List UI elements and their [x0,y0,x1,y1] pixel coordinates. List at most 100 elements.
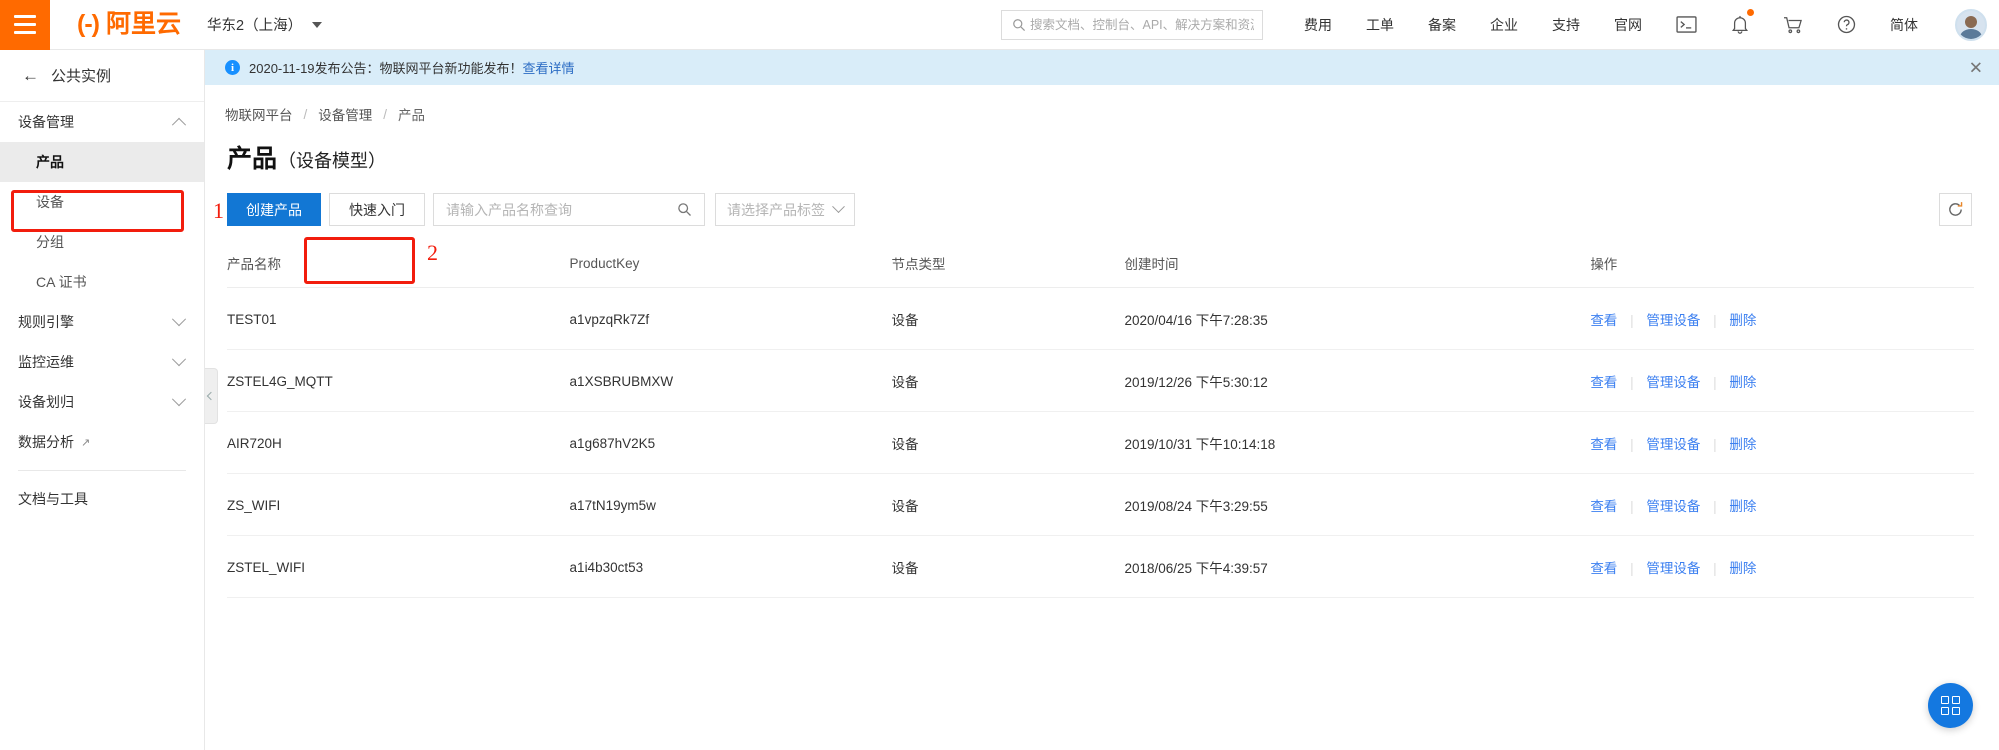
view-link[interactable]: 查看 [1590,561,1617,576]
bell-icon[interactable] [1714,9,1766,34]
cell-operations: 查看 | 管理设备 | 删除 [1590,411,1974,474]
manage-device-link[interactable]: 管理设备 [1646,437,1700,452]
top-header: (-) 阿里云 华东2（上海） 费用 工单 备案 企业 支持 官网 [0,0,1999,50]
grid-icon-fab[interactable] [1928,683,1973,728]
quick-start-button[interactable]: 快速入门 [329,193,425,226]
terminal-icon[interactable] [1659,16,1714,33]
view-link[interactable]: 查看 [1590,313,1617,328]
chevron-down-icon [171,352,187,367]
announcement-banner: i 2020-11-19发布公告：物联网平台新功能发布！ 查看详情 ✕ [205,50,1999,85]
product-tag-select[interactable]: 请选择产品标签 [715,193,855,226]
cell-product-name: ZS_WIFI [227,473,570,536]
sidebar-item-group[interactable]: 分组 [0,222,204,262]
sidebar-back-public-instance[interactable]: ← 公共实例 [0,50,204,102]
grid-icon [1941,696,1960,715]
page-title: 产品 （设备模型） [205,124,1999,175]
sidebar-group-device-management[interactable]: 设备管理 [0,102,204,142]
sidebar-item-product[interactable]: 产品 [0,142,204,182]
topnav-icp[interactable]: 备案 [1411,15,1473,35]
sidebar-item-label: 设备 [36,194,64,210]
brand-logo[interactable]: (-) 阿里云 [77,12,181,37]
table-row[interactable]: AIR720H a1g687hV2K5 设备 2019/10/31 下午10:1… [227,411,1974,474]
manage-device-link[interactable]: 管理设备 [1646,561,1700,576]
global-search[interactable] [1001,9,1263,40]
breadcrumb-item-device-management[interactable]: 设备管理 [318,104,372,124]
topnav-enterprise[interactable]: 企业 [1473,15,1535,35]
table-row[interactable]: TEST01 a1vpzqRk7Zf 设备 2020/04/16 下午7:28:… [227,287,1974,350]
language-selector[interactable]: 简体 [1873,15,1935,35]
sidebar-group-rule-engine[interactable]: 规则引擎 [0,302,204,342]
sidebar: ← 公共实例 设备管理 产品 设备 分组 CA 证书 规则引擎 监控运维 设备划… [0,50,205,750]
sidebar-group-label: 规则引擎 [18,314,74,330]
chevron-down-icon [171,312,187,327]
table-body: TEST01 a1vpzqRk7Zf 设备 2020/04/16 下午7:28:… [227,287,1974,598]
manage-device-link[interactable]: 管理设备 [1646,313,1700,328]
delete-link[interactable]: 删除 [1729,375,1756,390]
external-link-icon: ↗ [81,436,91,449]
delete-link[interactable]: 删除 [1729,437,1756,452]
search-icon[interactable] [677,202,704,217]
delete-link[interactable]: 删除 [1729,313,1756,328]
product-search-input[interactable] [434,201,677,218]
delete-link[interactable]: 删除 [1729,561,1756,576]
sidebar-group-monitoring[interactable]: 监控运维 [0,342,204,382]
column-header-product-name: 产品名称 [227,244,570,288]
topnav-ticket[interactable]: 工单 [1349,15,1411,35]
chevron-up-icon [171,117,187,132]
product-search-box[interactable] [433,193,705,226]
page-title-main: 产品 [227,145,278,173]
view-link[interactable]: 查看 [1590,375,1617,390]
sidebar-item-label: 数据分析 [18,434,74,450]
sidebar-item-label: 产品 [36,154,64,170]
announcement-detail-link[interactable]: 查看详情 [523,58,575,77]
breadcrumb: 物联网平台 / 设备管理 / 产品 [205,85,1999,124]
view-link[interactable]: 查看 [1590,499,1617,514]
sidebar-item-label: 分组 [36,234,64,250]
topnav-website[interactable]: 官网 [1597,15,1659,35]
table-row[interactable]: ZSTEL_WIFI a1i4b30ct53 设备 2018/06/25 下午4… [227,535,1974,598]
sidebar-group-device-transfer[interactable]: 设备划归 [0,382,204,422]
topnav-support[interactable]: 支持 [1535,15,1597,35]
cart-icon[interactable] [1766,16,1820,34]
sidebar-item-device[interactable]: 设备 [0,182,204,222]
cell-product-name: ZSTEL_WIFI [227,535,570,598]
help-icon[interactable] [1820,15,1873,34]
top-navigation: 费用 工单 备案 企业 支持 官网 简体 [1287,9,1935,35]
product-table: 产品名称 ProductKey 节点类型 创建时间 操作 TEST01 a1vp… [227,244,1974,598]
chevron-down-icon [171,392,187,407]
manage-device-link[interactable]: 管理设备 [1646,375,1700,390]
avatar[interactable] [1955,8,1987,41]
delete-link[interactable]: 删除 [1729,499,1756,514]
close-icon[interactable]: ✕ [1969,59,1983,76]
table-row[interactable]: ZS_WIFI a17tN19ym5w 设备 2019/08/24 下午3:29… [227,473,1974,536]
info-icon: i [225,60,240,75]
region-selector[interactable]: 华东2（上海） [207,14,323,35]
sidebar-collapse-handle[interactable] [205,368,218,424]
cell-create-time: 2019/12/26 下午5:30:12 [1124,349,1591,412]
breadcrumb-item-iot-platform[interactable]: 物联网平台 [225,104,293,124]
cell-create-time: 2020/04/16 下午7:28:35 [1124,287,1591,350]
refresh-button[interactable] [1939,193,1972,226]
cell-operations: 查看 | 管理设备 | 删除 [1590,287,1974,350]
global-search-input[interactable] [1030,17,1254,32]
cell-product-name: TEST01 [227,287,570,350]
table-row[interactable]: ZSTEL4G_MQTT a1XSBRUBMXW 设备 2019/12/26 下… [227,349,1974,412]
cell-node-type: 设备 [891,535,1125,598]
cell-product-key: a17tN19ym5w [569,473,892,536]
region-label: 华东2（上海） [207,18,303,34]
sidebar-item-data-analysis[interactable]: 数据分析 ↗ [0,422,204,462]
breadcrumb-item-product: 产品 [398,108,426,123]
sidebar-item-ca-certificate[interactable]: CA 证书 [0,262,204,302]
sidebar-item-label: CA 证书 [36,274,87,290]
manage-device-link[interactable]: 管理设备 [1646,499,1700,514]
announcement-text: 2020-11-19发布公告：物联网平台新功能发布！ [249,61,523,76]
cell-product-name: ZSTEL4G_MQTT [227,349,570,412]
main-content: i 2020-11-19发布公告：物联网平台新功能发布！ 查看详情 ✕ 物联网平… [205,50,1999,750]
sidebar-divider [18,470,186,471]
cell-operations: 查看 | 管理设备 | 删除 [1590,473,1974,536]
hamburger-icon[interactable] [0,0,50,50]
sidebar-item-docs-tools[interactable]: 文档与工具 [0,479,204,519]
create-product-button[interactable]: 创建产品 [227,193,321,226]
topnav-billing[interactable]: 费用 [1287,15,1349,35]
view-link[interactable]: 查看 [1590,437,1617,452]
